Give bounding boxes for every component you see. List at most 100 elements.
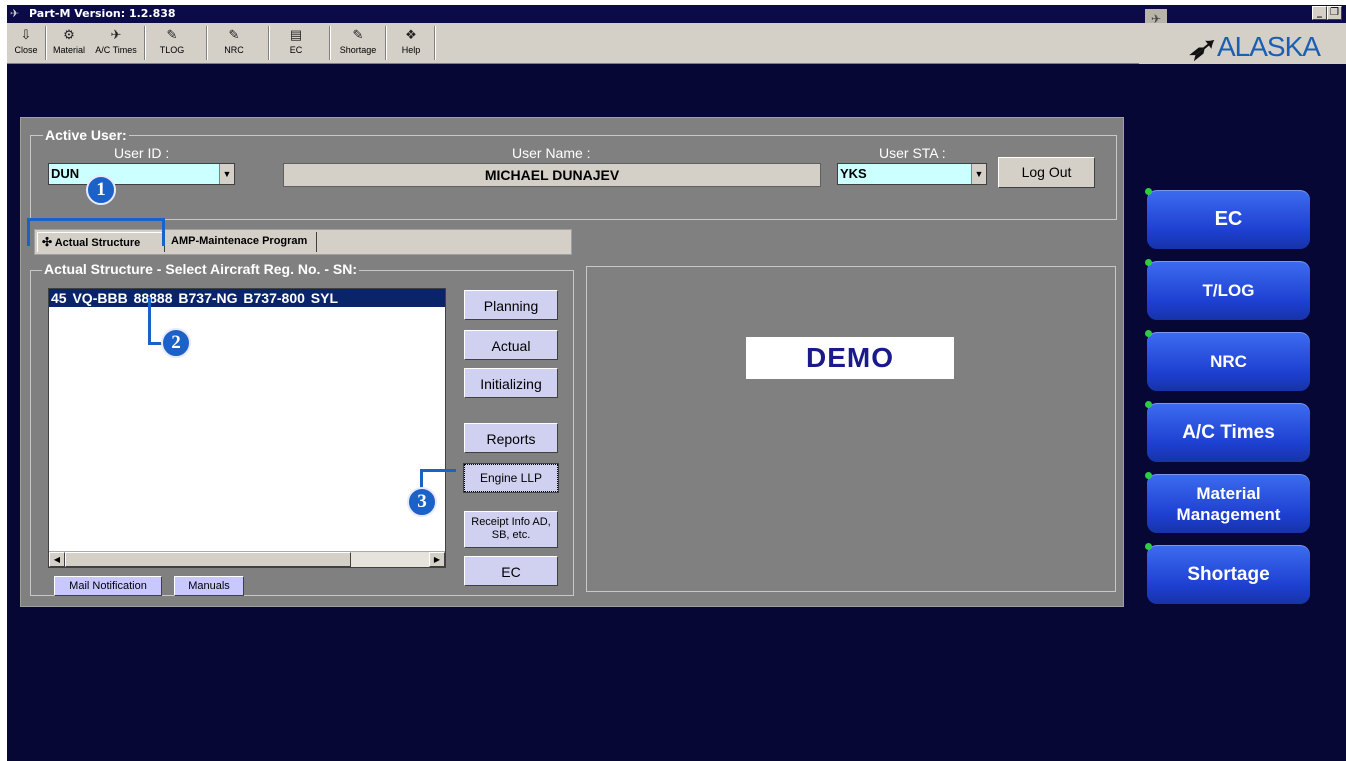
chevron-down-icon[interactable]: ▼	[971, 164, 986, 184]
toolbar-separator	[206, 26, 208, 60]
window-controls: _ ❐	[1312, 6, 1342, 21]
tlog-icon: ✎	[166, 27, 178, 42]
aircraft-structure-icon: ✣	[42, 235, 53, 249]
receipt-info-button[interactable]: Receipt Info AD, SB, etc.	[464, 511, 558, 548]
engine-llp-button[interactable]: Engine LLP	[463, 463, 559, 493]
receipt-info-line2: SB, etc.	[491, 529, 531, 541]
nav-ec-label: EC	[1214, 208, 1243, 230]
callout-3-badge: 3	[407, 487, 437, 517]
toolbar-label: EC	[289, 45, 303, 55]
user-sta-combo[interactable]: YKS ▼	[837, 163, 987, 185]
callout-1-line-top	[27, 218, 165, 221]
nav-ac-times-button[interactable]: A/C Times	[1145, 401, 1310, 462]
chevron-down-icon[interactable]: ▼	[219, 164, 234, 184]
nav-ac-times-label: A/C Times	[1182, 422, 1275, 443]
ec-side-button[interactable]: EC	[464, 556, 558, 586]
shortage-icon: ✎	[352, 27, 364, 42]
preview-pane: DEMO	[586, 266, 1116, 592]
nav-ec-button[interactable]: EC	[1145, 188, 1310, 249]
toolbar-separator	[268, 26, 270, 60]
actual-button[interactable]: Actual	[464, 330, 558, 360]
user-sta-label: User STA :	[879, 145, 946, 161]
airplane-icon: ✈	[110, 27, 122, 42]
user-name-label: User Name :	[512, 145, 591, 161]
tab-strip: ✣ Actual Structure AMP-Maintenace Progra…	[34, 229, 572, 255]
user-id-label: User ID :	[114, 145, 170, 161]
minimize-button[interactable]: _	[1312, 6, 1327, 20]
nav-nrc-button[interactable]: NRC	[1145, 330, 1310, 391]
window-title: Part-M Version: 1.2.838	[29, 7, 176, 20]
toolbar-tlog-button[interactable]: ✎ TLOG	[150, 25, 194, 62]
tab-label: Actual Structure	[54, 237, 141, 249]
active-user-label: Active User:	[43, 127, 129, 143]
status-dot-icon	[1145, 330, 1152, 337]
toolbar-label: Shortage	[339, 45, 377, 55]
toolbar-shortage-button[interactable]: ✎ Shortage	[333, 25, 383, 62]
ec-icon: ▤	[289, 27, 303, 42]
tab-actual-structure[interactable]: ✣ Actual Structure	[37, 232, 165, 252]
user-id-value: DUN	[51, 166, 80, 181]
toolbar-material-button[interactable]: ⚙ Material	[48, 25, 90, 62]
reports-button[interactable]: Reports	[464, 423, 558, 453]
app-icon: ✈	[10, 7, 20, 20]
main-panel: Active User: User ID : DUN ▼ User Name :…	[20, 117, 1124, 607]
status-dot-icon	[1145, 472, 1152, 479]
nav-material-management-button[interactable]: Material Management	[1145, 472, 1310, 533]
actual-structure-label: Actual Structure - Select Aircraft Reg. …	[42, 261, 359, 277]
restore-button[interactable]: ❐	[1327, 6, 1342, 20]
logout-button[interactable]: Log Out	[998, 157, 1095, 188]
airline-logo: ALASKA	[1217, 31, 1321, 62]
user-sta-value: YKS	[840, 166, 867, 181]
tab-label: AMP-Maintenace Program	[171, 235, 308, 247]
status-dot-icon	[1145, 543, 1152, 550]
nav-material-line1: Material	[1196, 484, 1261, 503]
toolbar-separator	[144, 26, 146, 60]
toolbar-ac-times-button[interactable]: ✈ A/C Times	[91, 25, 141, 62]
nav-shortage-button[interactable]: Shortage	[1145, 543, 1310, 604]
toolbar-label: Close	[14, 45, 38, 55]
planning-button[interactable]: Planning	[464, 290, 558, 320]
receipt-info-line1: Receipt Info AD,	[471, 516, 551, 528]
callout-2-badge: 2	[161, 328, 191, 358]
toolbar-nrc-button[interactable]: ✎ NRC	[212, 25, 256, 62]
application-screen: ✈ Part-M Version: 1.2.838 _ ❐ ✈ ⇩ Close …	[7, 5, 1346, 761]
callout-3-line-horizontal	[420, 469, 456, 472]
aircraft-listbox[interactable]: 45 VQ-BBB 88888 B737-NG B737-800 SYL ◀ ▶	[48, 288, 446, 568]
nav-tlog-button[interactable]: T/LOG	[1145, 259, 1310, 320]
user-id-combo[interactable]: DUN ▼	[48, 163, 235, 185]
status-dot-icon	[1145, 401, 1152, 408]
toolbar-close-button[interactable]: ⇩ Close	[9, 25, 43, 62]
tab-amp-maintenance[interactable]: AMP-Maintenace Program	[167, 232, 317, 252]
toolbar-label: A/C Times	[95, 45, 137, 55]
callout-2-line-vertical	[148, 298, 151, 344]
callout-1-line-left	[27, 218, 30, 246]
nav-material-line2: Management	[1176, 505, 1281, 524]
airline-bird-logo-icon: ➶	[1187, 30, 1214, 66]
mail-notification-button[interactable]: Mail Notification	[54, 576, 162, 596]
scroll-left-icon[interactable]: ◀	[49, 552, 65, 567]
nav-nrc-label: NRC	[1210, 352, 1247, 371]
user-name-field: MICHAEL DUNAJEV	[283, 163, 821, 187]
callout-1-line-right	[162, 218, 165, 246]
toolbar-help-button[interactable]: ❖ Help	[391, 25, 431, 62]
nrc-icon: ✎	[228, 27, 240, 42]
toolbar-separator	[434, 26, 436, 60]
toolbar-label: NRC	[224, 45, 244, 55]
toolbar-separator	[385, 26, 387, 60]
manuals-button[interactable]: Manuals	[174, 576, 244, 596]
status-dot-icon	[1145, 259, 1152, 266]
toolbar-label: TLOG	[159, 45, 185, 55]
scrollbar-thumb[interactable]	[65, 552, 351, 567]
horizontal-scrollbar[interactable]: ◀ ▶	[49, 551, 445, 567]
toolbar-label: Material	[52, 45, 85, 55]
callout-2-line-horizontal	[148, 342, 162, 345]
scroll-right-icon[interactable]: ▶	[429, 552, 445, 567]
logo-area: ➶ ALASKA	[1139, 23, 1346, 66]
toolbar: ⇩ Close ⚙ Material ✈ A/C Times ✎ TLOG ✎ …	[7, 23, 1139, 64]
toolbar-separator	[45, 26, 47, 60]
toolbar-ec-button[interactable]: ▤ EC	[274, 25, 318, 62]
demo-label: DEMO	[746, 337, 954, 379]
help-book-icon: ❖	[405, 27, 417, 42]
list-item[interactable]: 45 VQ-BBB 88888 B737-NG B737-800 SYL	[49, 289, 445, 307]
initializing-button[interactable]: Initializing	[464, 368, 558, 398]
